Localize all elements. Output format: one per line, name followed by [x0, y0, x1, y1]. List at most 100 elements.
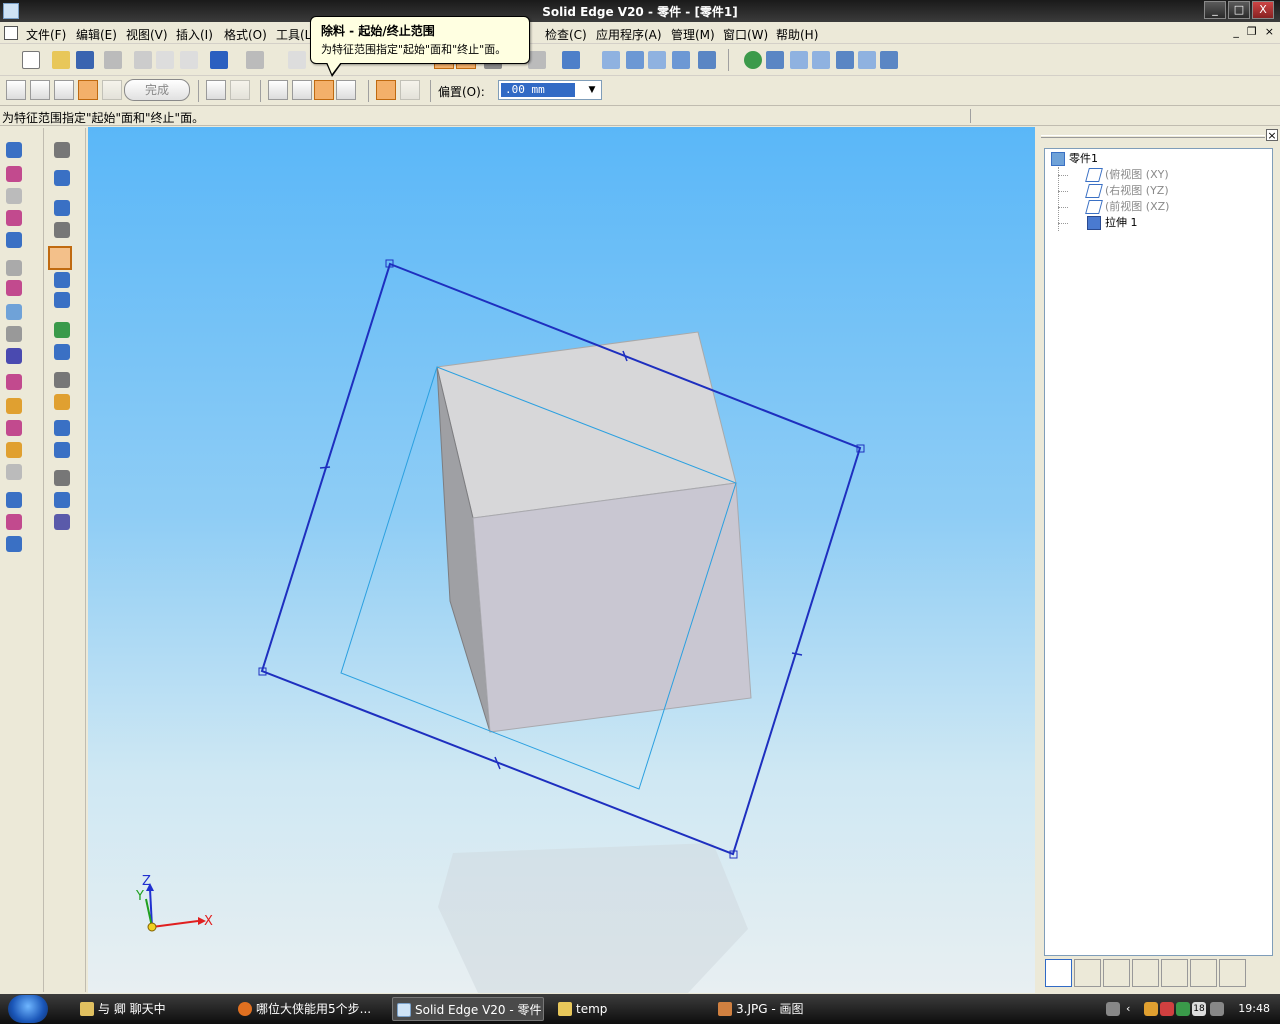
offset-side-icon[interactable]	[376, 80, 396, 100]
menu-format[interactable]: 格式(O)	[224, 26, 267, 43]
through-all-icon[interactable]	[268, 80, 288, 100]
plane-step-icon[interactable]	[6, 80, 26, 100]
start-button[interactable]	[8, 995, 48, 1023]
view-right-icon[interactable]	[836, 51, 854, 69]
revolve-icon[interactable]	[6, 166, 22, 182]
finite-extent-icon[interactable]	[336, 80, 356, 100]
surface-icon[interactable]	[54, 322, 70, 338]
side-step-icon[interactable]	[54, 80, 74, 100]
thin-wall-icon[interactable]	[6, 348, 22, 364]
menu-applications[interactable]: 应用程序(A)	[596, 26, 662, 43]
task-temp-folder[interactable]: temp	[554, 997, 704, 1021]
tree-root-part[interactable]: 零件1	[1051, 151, 1098, 167]
maximize-button[interactable]: □	[1228, 1, 1250, 19]
view-front-icon[interactable]	[812, 51, 830, 69]
body-icon[interactable]	[54, 514, 70, 530]
split-icon[interactable]	[54, 492, 70, 508]
save-icon[interactable]	[76, 51, 94, 69]
globe-icon[interactable]	[744, 51, 762, 69]
select-tool-icon[interactable]	[54, 142, 70, 158]
extent-type-icon[interactable]	[206, 80, 226, 100]
pan-icon[interactable]	[672, 51, 690, 69]
extend-icon[interactable]	[54, 394, 70, 410]
view-top-icon[interactable]	[790, 51, 808, 69]
tab-feature-library[interactable]	[1132, 959, 1159, 987]
tab-library[interactable]	[1190, 959, 1217, 987]
task-browser[interactable]: 哪位大侠能用5个步...	[234, 997, 384, 1021]
security-icon[interactable]	[1176, 1002, 1190, 1016]
thread-icon[interactable]	[54, 272, 70, 288]
round-icon[interactable]	[6, 304, 22, 320]
undo-icon[interactable]	[210, 51, 228, 69]
select-icon[interactable]	[288, 51, 306, 69]
offset-value[interactable]: .00 mm	[501, 83, 575, 97]
menu-insert[interactable]: 插入(I)	[176, 26, 213, 43]
qq-icon[interactable]	[1144, 1002, 1158, 1016]
print-icon[interactable]	[104, 51, 122, 69]
graphics-window[interactable]: Z Y X	[88, 127, 1035, 993]
close-button[interactable]: X	[1252, 1, 1274, 19]
through-next-icon[interactable]	[292, 80, 312, 100]
loft-icon[interactable]	[6, 210, 22, 226]
task-paint[interactable]: 3.JPG - 画图	[714, 997, 864, 1021]
view-iso-icon[interactable]	[858, 51, 876, 69]
menu-view[interactable]: 视图(V)	[126, 26, 168, 43]
chamfer-icon[interactable]	[6, 326, 22, 342]
treatment-step-icon[interactable]	[102, 80, 122, 100]
sweep-icon[interactable]	[6, 188, 22, 204]
doc-close-button[interactable]: ×	[1265, 25, 1274, 38]
trim-icon[interactable]	[54, 372, 70, 388]
helix-icon[interactable]	[6, 232, 22, 248]
pane-grip[interactable]	[1041, 135, 1265, 138]
paste-icon[interactable]	[180, 51, 198, 69]
pattern-icon[interactable]	[6, 492, 22, 508]
doc-restore-button[interactable]: ❐	[1247, 25, 1257, 38]
task-chat[interactable]: 与 卿 聊天中	[76, 997, 226, 1021]
tree-item-front-plane[interactable]: (前视图 (XZ)	[1085, 199, 1169, 215]
keyboard-icon[interactable]	[1106, 1002, 1120, 1016]
menu-file[interactable]: 文件(F)	[26, 26, 66, 43]
tree-item-protrusion[interactable]: 拉伸 1	[1087, 215, 1138, 231]
offset-side2-icon[interactable]	[400, 80, 420, 100]
mirror-icon[interactable]	[6, 514, 22, 530]
offset-surface-icon[interactable]	[54, 442, 70, 458]
blend-icon[interactable]	[54, 344, 70, 360]
extent-step-icon[interactable]	[78, 80, 98, 100]
redo-icon[interactable]	[246, 51, 264, 69]
stitch-icon[interactable]	[54, 420, 70, 436]
vent-icon[interactable]	[6, 464, 22, 480]
task-solid-edge[interactable]: Solid Edge V20 - 零件 ...	[392, 997, 544, 1021]
slot-icon[interactable]	[54, 292, 70, 308]
doc-minimize-button[interactable]: _	[1233, 25, 1239, 38]
render-icon[interactable]	[528, 51, 546, 69]
cutout-command-icon[interactable]	[48, 246, 72, 270]
tab-feature-pathfinder[interactable]	[1045, 959, 1072, 987]
zoom-window-icon[interactable]	[602, 51, 620, 69]
document-icon[interactable]	[4, 26, 18, 40]
zoom-area-icon[interactable]	[562, 51, 580, 69]
tree-item-top-plane[interactable]: (俯视图 (XY)	[1085, 167, 1169, 183]
open-folder-icon[interactable]	[52, 51, 70, 69]
lip-icon[interactable]	[6, 420, 22, 436]
view-named-icon[interactable]	[880, 51, 898, 69]
rib-icon[interactable]	[6, 398, 22, 414]
finish-button[interactable]: 完成	[124, 79, 190, 101]
tray-expand-icon[interactable]: ‹	[1126, 1002, 1140, 1016]
reference-plane-icon[interactable]	[54, 200, 70, 216]
tab-layers[interactable]	[1074, 959, 1101, 987]
tree-item-right-plane[interactable]: (右视图 (YZ)	[1085, 183, 1169, 199]
volume-icon[interactable]	[1210, 1002, 1224, 1016]
zoom-icon[interactable]	[626, 51, 644, 69]
curve-icon[interactable]	[54, 470, 70, 486]
web-icon[interactable]	[6, 442, 22, 458]
menu-edit[interactable]: 编辑(E)	[76, 26, 117, 43]
clock[interactable]: 19:48	[1238, 1002, 1270, 1015]
part-copy-icon[interactable]	[6, 536, 22, 552]
new-file-icon[interactable]	[22, 51, 40, 69]
sketch-icon[interactable]	[54, 170, 70, 186]
calendar-badge[interactable]: 18	[1192, 1002, 1206, 1016]
cut-icon[interactable]	[134, 51, 152, 69]
pane-close-button[interactable]: ×	[1266, 129, 1278, 141]
from-to-icon[interactable]	[314, 80, 334, 100]
fit-icon[interactable]	[648, 51, 666, 69]
